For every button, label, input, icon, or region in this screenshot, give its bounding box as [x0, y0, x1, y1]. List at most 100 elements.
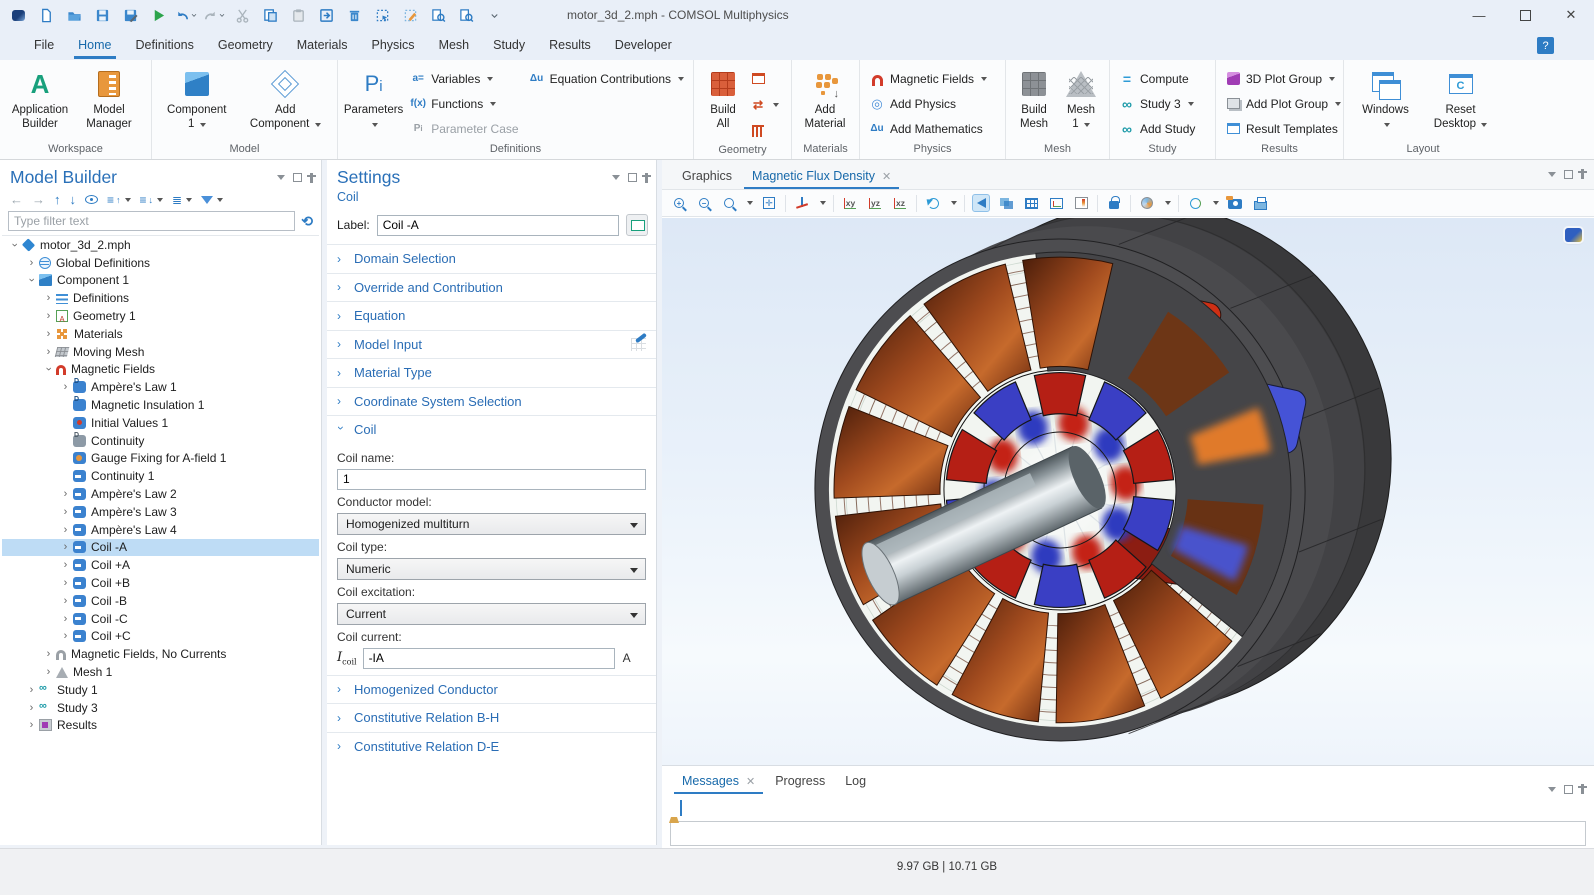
parameters-button[interactable]: Pi Parameters	[342, 63, 405, 131]
tree-item[interactable]: ›Definitions	[2, 289, 319, 307]
print-button[interactable]	[1251, 194, 1269, 212]
clear-selection-button[interactable]	[398, 4, 422, 26]
save-as-button[interactable]	[118, 4, 142, 26]
tree-item[interactable]: ›Ampère's Law 1	[2, 378, 319, 396]
3d-plot-group-button[interactable]: 3D Plot Group	[1220, 66, 1346, 91]
add-plot-group-button[interactable]: Add Plot Group	[1220, 91, 1346, 116]
tree-item[interactable]: ›Coil +B	[2, 574, 319, 592]
tree-item[interactable]: ›Mesh 1	[2, 663, 319, 681]
filter-button[interactable]	[201, 196, 223, 204]
float-panel-icon[interactable]	[628, 173, 637, 182]
tree-item[interactable]: Magnetic Insulation 1	[2, 396, 319, 414]
environment-button[interactable]	[1138, 194, 1156, 212]
tree-item[interactable]: ›Ampère's Law 4	[2, 521, 319, 539]
view-yz-button[interactable]: yz	[866, 194, 884, 212]
section-equation[interactable]: ›Equation	[327, 301, 656, 330]
tab-messages[interactable]: Messages✕	[672, 768, 765, 794]
customize-toolbar-button[interactable]	[482, 4, 506, 26]
undo-button[interactable]	[174, 4, 198, 26]
windows-button[interactable]: Windows	[1353, 63, 1419, 131]
view-xy-button[interactable]: xy	[841, 194, 859, 212]
float-panel-icon[interactable]	[293, 173, 302, 182]
tree-item[interactable]: Continuity 1	[2, 467, 319, 485]
tree-item[interactable]: ›Component 1	[2, 272, 319, 290]
zoom-out-button[interactable]: −	[695, 194, 713, 212]
tab-physics[interactable]: Physics	[359, 32, 426, 58]
back-button[interactable]: ←	[10, 192, 23, 207]
duplicate-button[interactable]	[314, 4, 338, 26]
section-homogenized-conductor[interactable]: ›Homogenized Conductor	[327, 675, 656, 704]
add-material-button[interactable]: AddMaterial	[796, 63, 854, 131]
add-study-button[interactable]: ∞Add Study	[1114, 116, 1200, 141]
tree-filter-input[interactable]	[8, 211, 295, 231]
tree-item[interactable]: ›Study 1	[2, 681, 319, 699]
show-button[interactable]	[85, 195, 98, 204]
snapshot-button[interactable]	[1226, 194, 1244, 212]
tab-results[interactable]: Results	[537, 32, 603, 58]
pin-panel-icon[interactable]	[645, 173, 648, 183]
tab-graphics[interactable]: Graphics	[672, 163, 742, 189]
open-messages-window-button[interactable]	[680, 801, 682, 815]
lock-view-button[interactable]	[1105, 194, 1123, 212]
compute-button[interactable]: =Compute	[1114, 66, 1200, 91]
section-constitutive-bh[interactable]: ›Constitutive Relation B-H	[327, 703, 656, 732]
tab-definitions[interactable]: Definitions	[124, 32, 206, 58]
coil-current-input[interactable]	[363, 648, 615, 669]
model-manager-button[interactable]: ModelManager	[76, 63, 142, 131]
conductor-model-select[interactable]: Homogenized multiturn	[337, 513, 646, 535]
tree-item[interactable]: Initial Values 1	[2, 414, 319, 432]
panel-menu-icon[interactable]	[1548, 787, 1556, 792]
close-button[interactable]: ✕	[1548, 0, 1594, 30]
redo-button[interactable]	[202, 4, 226, 26]
transparency-button[interactable]	[997, 194, 1015, 212]
find-button[interactable]	[426, 4, 450, 26]
update-plot-button[interactable]	[1186, 194, 1204, 212]
section-material-type[interactable]: ›Material Type	[327, 358, 656, 387]
variables-button[interactable]: a=Variables	[405, 66, 523, 91]
search-settings-button[interactable]	[454, 4, 478, 26]
build-all-button[interactable]: BuildAll	[698, 63, 748, 131]
tab-developer[interactable]: Developer	[603, 32, 684, 58]
maximize-button[interactable]	[1502, 0, 1548, 30]
tree-item[interactable]: ›Study 3	[2, 699, 319, 717]
tree-item[interactable]: ›Coil -B	[2, 592, 319, 610]
delete-button[interactable]	[342, 4, 366, 26]
move-down-button[interactable]: ↓	[70, 192, 77, 207]
legend-toggle-icon[interactable]	[1565, 228, 1582, 242]
scene-light-button[interactable]	[972, 194, 990, 212]
add-physics-button[interactable]: ◎Add Physics	[864, 91, 992, 116]
close-tab-icon[interactable]: ✕	[882, 170, 891, 183]
section-coil[interactable]: ›Coil	[327, 415, 656, 444]
build-mesh-button[interactable]: BuildMesh	[1010, 63, 1058, 131]
tree-item[interactable]: ›Geometry 1	[2, 307, 319, 325]
node-columns-button[interactable]: ≣	[172, 193, 192, 207]
section-domain-selection[interactable]: ›Domain Selection	[327, 244, 656, 273]
tree-item[interactable]: ›Coil +A	[2, 556, 319, 574]
minimize-button[interactable]: —	[1456, 0, 1502, 30]
coil-type-select[interactable]: Numeric	[337, 558, 646, 580]
tree-item[interactable]: ›Materials	[2, 325, 319, 343]
result-templates-button[interactable]: Result Templates	[1220, 116, 1346, 141]
panel-menu-icon[interactable]	[1548, 172, 1556, 177]
float-panel-icon[interactable]	[1564, 170, 1573, 179]
messages-output-box[interactable]	[670, 821, 1586, 846]
paste-button[interactable]	[286, 4, 310, 26]
tab-magnetic-flux-density[interactable]: Magnetic Flux Density✕	[742, 163, 901, 189]
new-file-button[interactable]	[34, 4, 58, 26]
section-coordinate-system[interactable]: ›Coordinate System Selection	[327, 387, 656, 416]
tab-geometry[interactable]: Geometry	[206, 32, 285, 58]
rename-icon[interactable]	[626, 214, 648, 236]
tree-item[interactable]: ›Moving Mesh	[2, 343, 319, 361]
reset-desktop-button[interactable]: C ResetDesktop	[1428, 63, 1494, 131]
tab-file[interactable]: File	[22, 32, 66, 58]
tab-materials[interactable]: Materials	[285, 32, 360, 58]
tree-item[interactable]: ›Coil -A	[2, 539, 319, 557]
component-1-button[interactable]: Component1	[161, 63, 233, 131]
help-button[interactable]: ?	[1537, 37, 1554, 54]
parameter-case-button[interactable]: PiParameter Case	[405, 116, 523, 141]
zoom-box-button[interactable]	[720, 194, 738, 212]
collapse-up-button[interactable]: ≡↑	[107, 193, 131, 207]
refresh-icon[interactable]: ⟲	[301, 213, 313, 230]
tree-item[interactable]: ›Ampère's Law 2	[2, 485, 319, 503]
zoom-in-button[interactable]: +	[670, 194, 688, 212]
